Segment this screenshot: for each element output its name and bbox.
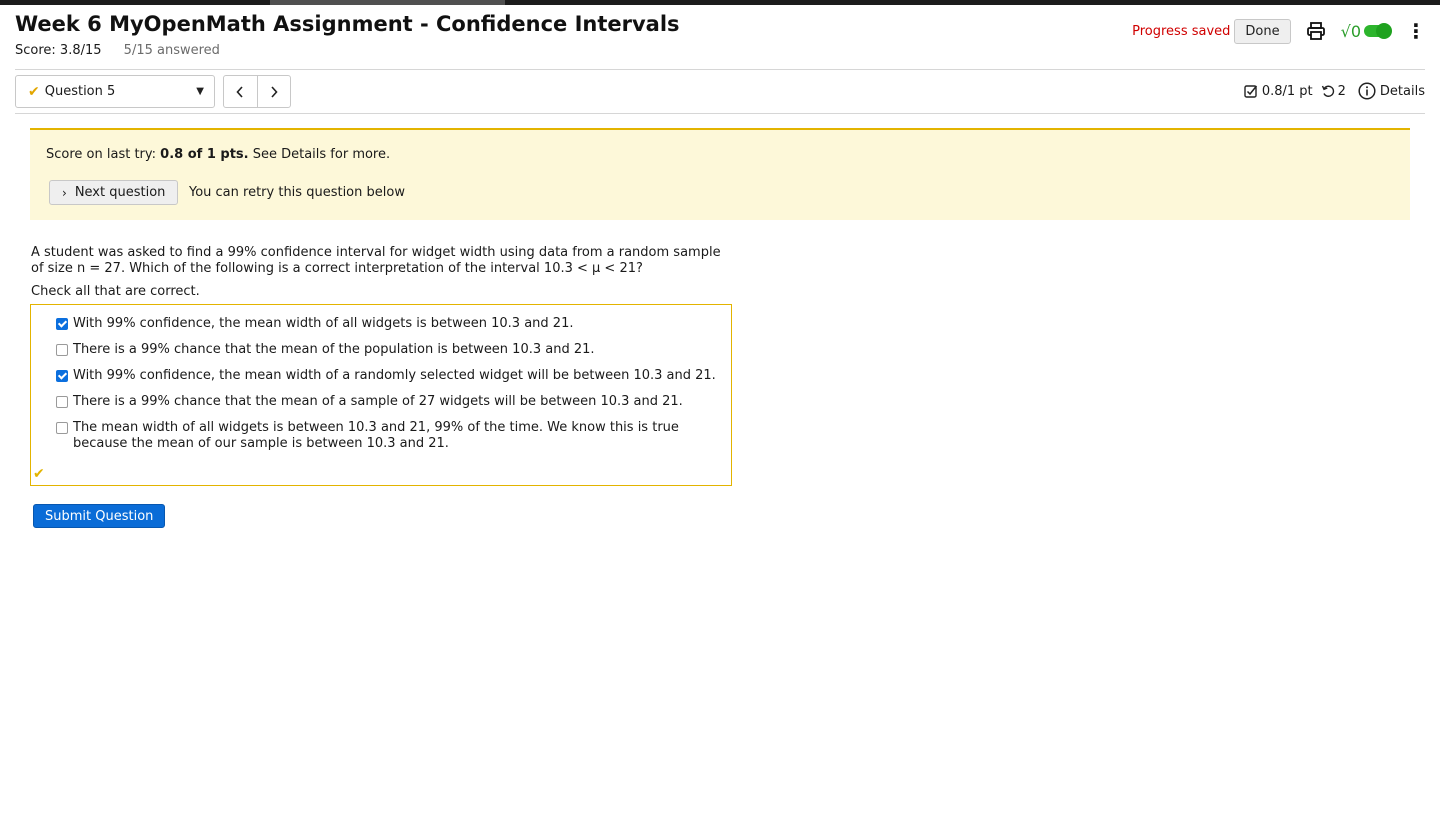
chevron-down-icon: ▼	[196, 86, 204, 97]
progress-saved-status: Progress saved	[1132, 23, 1231, 39]
assignment-score: Score: 3.8/15	[15, 43, 102, 58]
choice-1[interactable]: With 99% confidence, the mean width of a…	[56, 316, 716, 332]
next-question-button[interactable]: › Next question	[49, 180, 179, 205]
details-label: Details	[1379, 83, 1425, 99]
choice-2[interactable]: There is a 99% chance that the mean of t…	[56, 342, 716, 358]
choice-label: There is a 99% chance that the mean of t…	[73, 342, 595, 357]
choice-checkbox[interactable]	[56, 318, 68, 330]
divider	[15, 69, 1425, 70]
choice-4[interactable]: There is a 99% chance that the mean of a…	[56, 394, 716, 410]
choice-5[interactable]: The mean width of all widgets is between…	[56, 420, 716, 452]
choice-label: With 99% confidence, the mean width of a…	[73, 368, 716, 383]
previous-question-button[interactable]	[224, 76, 257, 107]
question-select[interactable]: ✔ Question 5 ▼	[15, 75, 215, 108]
score-checkbox-icon	[1244, 85, 1257, 98]
next-question-arrow-button[interactable]	[256, 76, 291, 107]
choice-label: With 99% confidence, the mean width of a…	[73, 316, 574, 331]
choice-checkbox[interactable]	[56, 344, 68, 356]
question-select-value: Question 5	[44, 84, 116, 99]
tries-remaining: 2	[1337, 83, 1346, 99]
question-info: 0.8/1 pt 2 Details	[1244, 82, 1425, 100]
choice-checkbox[interactable]	[56, 370, 68, 382]
print-icon[interactable]	[1305, 20, 1327, 42]
sqrt-icon: √0	[1340, 21, 1361, 41]
choice-label: There is a 99% chance that the mean of a…	[73, 394, 683, 409]
toggle-switch[interactable]	[1364, 23, 1392, 39]
chevron-left-icon	[236, 85, 243, 98]
choice-checkbox[interactable]	[56, 396, 68, 408]
partial-credit-check-icon: ✔	[33, 466, 45, 482]
choice-3[interactable]: With 99% confidence, the mean width of a…	[56, 368, 716, 384]
details-link[interactable]: Details	[1358, 82, 1425, 100]
submit-question-button[interactable]: Submit Question	[33, 504, 166, 528]
question-points: 0.8/1 pt	[1261, 83, 1313, 99]
choice-label: The mean width of all widgets is between…	[73, 420, 679, 451]
choice-checkbox[interactable]	[56, 422, 68, 434]
browser-tab-strip	[0, 0, 1440, 5]
answer-choices: With 99% confidence, the mean width of a…	[30, 304, 732, 486]
question-prompt: A student was asked to find a 99% confid…	[31, 245, 721, 276]
partial-check-icon: ✔	[28, 83, 40, 100]
chevron-right-icon	[271, 85, 278, 98]
page-title: Week 6 MyOpenMath Assignment - Confidenc…	[15, 12, 680, 36]
question-instruction: Check all that are correct.	[31, 284, 200, 299]
retry-message: You can retry this question below	[189, 185, 405, 200]
done-button[interactable]: Done	[1234, 18, 1291, 44]
header-actions: Progress saved Done √0 ⋮	[1132, 18, 1426, 44]
score-summary: Score: 3.8/15 5/15 answered	[15, 43, 220, 58]
divider	[15, 113, 1425, 114]
next-question-label: Next question	[74, 185, 166, 200]
last-try-score: Score on last try: 0.8 of 1 pts. See Det…	[46, 147, 391, 162]
info-icon	[1358, 82, 1376, 100]
more-options-icon[interactable]: ⋮	[1406, 21, 1426, 41]
question-nav-buttons	[223, 75, 291, 108]
last-try-banner: Score on last try: 0.8 of 1 pts. See Det…	[30, 128, 1410, 220]
math-display-toggle[interactable]: √0	[1340, 21, 1392, 41]
retry-icon	[1321, 85, 1334, 97]
chevron-right-icon: ›	[62, 185, 67, 200]
answered-count: 5/15 answered	[123, 43, 220, 58]
